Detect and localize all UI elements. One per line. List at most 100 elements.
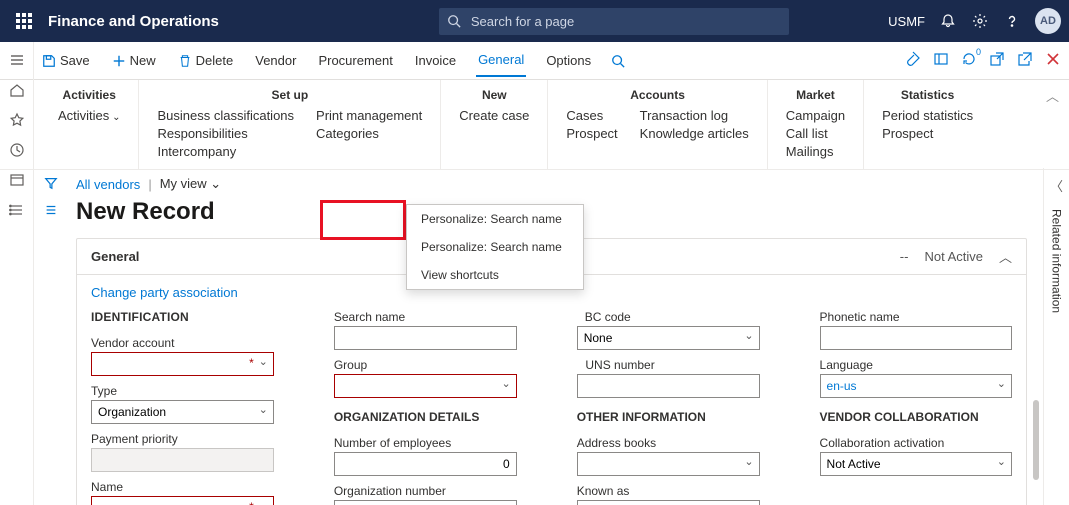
action-search-icon[interactable] xyxy=(611,54,625,68)
ribbon-link-cases[interactable]: Cases xyxy=(566,108,617,123)
open-new-icon[interactable] xyxy=(1017,51,1033,70)
help-icon[interactable] xyxy=(1003,12,1021,30)
bell-icon[interactable] xyxy=(939,12,957,30)
ctx-view-shortcuts[interactable]: View shortcuts xyxy=(407,261,583,289)
company-picker[interactable]: USMF xyxy=(888,14,925,29)
ribbon-group-activities: Activities Activities xyxy=(40,80,139,169)
input-payment-priority[interactable] xyxy=(91,448,274,472)
ctx-personalize-1[interactable]: Personalize: Search name xyxy=(407,205,583,233)
select-type[interactable] xyxy=(91,400,274,424)
ribbon-title-market: Market xyxy=(786,88,845,102)
ribbon-group-new: New Create case xyxy=(441,80,548,169)
hamburger-icon[interactable] xyxy=(9,52,25,68)
tab-vendor[interactable]: Vendor xyxy=(253,45,298,76)
delete-button[interactable]: Delete xyxy=(176,47,236,74)
global-search-input[interactable] xyxy=(439,8,789,35)
ribbon-link-business-classifications[interactable]: Business classifications xyxy=(157,108,294,123)
context-menu: Personalize: Search name Personalize: Se… xyxy=(406,204,584,290)
card-status-dash: -- xyxy=(900,249,909,264)
crumb-my-view[interactable]: My view ⌄ xyxy=(160,176,221,192)
col-abc-duns: ABC code DUNS number OTHER INFORMATION A… xyxy=(577,310,760,505)
crumb-all-vendors[interactable]: All vendors xyxy=(76,177,140,192)
tab-options[interactable]: Options xyxy=(544,45,593,76)
ribbon-link-call-list[interactable]: Call list xyxy=(786,126,845,141)
scrollbar-thumb[interactable] xyxy=(1033,400,1039,480)
ribbon-group-statistics: Statistics Period statistics Prospect xyxy=(864,80,991,169)
ribbon-link-create-case[interactable]: Create case xyxy=(459,108,529,123)
chevron-down-icon: ⌄ xyxy=(210,176,221,191)
input-vendor-account[interactable] xyxy=(91,352,274,376)
input-duns[interactable] xyxy=(577,374,760,398)
ribbon-activities-link[interactable]: Activities xyxy=(58,108,120,123)
ribbon-link-responsibilities[interactable]: Responsibilities xyxy=(157,126,294,141)
ribbon-link-print-management[interactable]: Print management xyxy=(316,108,422,123)
app-title: Finance and Operations xyxy=(48,13,219,30)
select-collab-activation[interactable] xyxy=(820,452,1012,476)
label-collab-activation: Collaboration activation xyxy=(820,436,1012,450)
card-collapse-icon[interactable]: ︿ xyxy=(999,247,1012,266)
select-address-books[interactable] xyxy=(577,452,760,476)
input-num-employees[interactable] xyxy=(334,452,517,476)
general-card: General -- Not Active ︿ Change party ass… xyxy=(76,238,1027,505)
refresh-icon[interactable]: 0 xyxy=(961,51,977,70)
right-rail-expand-icon[interactable]: 〈 xyxy=(1050,176,1063,195)
workspace-icon[interactable] xyxy=(9,172,25,188)
ribbon-link-knowledge-articles[interactable]: Knowledge articles xyxy=(640,126,749,141)
label-org-number: Organization number xyxy=(334,484,517,498)
ribbon-collapse-icon[interactable]: ︿ xyxy=(1046,86,1059,105)
right-rail-label[interactable]: Related information xyxy=(1050,209,1064,313)
ribbon-link-period-statistics[interactable]: Period statistics xyxy=(882,108,973,123)
modules-icon[interactable] xyxy=(9,202,25,218)
section-other-info: OTHER INFORMATION xyxy=(577,410,760,424)
tab-procurement[interactable]: Procurement xyxy=(316,45,394,76)
input-search-name[interactable] xyxy=(334,326,517,350)
ctx-personalize-2[interactable]: Personalize: Search name xyxy=(407,233,583,261)
ribbon-title-activities: Activities xyxy=(58,88,120,102)
breadcrumb: All vendors | My view ⌄ xyxy=(76,176,1027,192)
change-party-link[interactable]: Change party association xyxy=(91,285,238,300)
card-status: Not Active xyxy=(924,249,983,264)
ribbon-link-categories[interactable]: Categories xyxy=(316,126,422,141)
ribbon-link-intercompany[interactable]: Intercompany xyxy=(157,144,294,159)
save-icon xyxy=(42,54,56,68)
save-label: Save xyxy=(60,53,90,68)
label-type: Type xyxy=(91,384,274,398)
avatar[interactable]: AD xyxy=(1035,8,1061,34)
save-button[interactable]: Save xyxy=(40,47,92,74)
app-launcher-icon[interactable] xyxy=(8,5,40,37)
input-known-as[interactable] xyxy=(577,500,760,505)
input-name[interactable] xyxy=(91,496,274,505)
input-phonetic[interactable] xyxy=(820,326,1012,350)
tab-general[interactable]: General xyxy=(476,44,526,77)
new-button[interactable]: New xyxy=(110,47,158,74)
gear-icon[interactable] xyxy=(971,12,989,30)
ribbon-link-transaction-log[interactable]: Transaction log xyxy=(640,108,749,123)
ribbon-link-prospect[interactable]: Prospect xyxy=(566,126,617,141)
required-star-name: * xyxy=(249,500,254,505)
select-group[interactable] xyxy=(334,374,517,398)
attach-icon[interactable] xyxy=(905,51,921,70)
ribbon-title-statistics: Statistics xyxy=(882,88,973,102)
tab-invoice[interactable]: Invoice xyxy=(413,45,458,76)
select-language[interactable] xyxy=(820,374,1012,398)
ribbon-link-stat-prospect[interactable]: Prospect xyxy=(882,126,973,141)
ribbon-link-campaign[interactable]: Campaign xyxy=(786,108,845,123)
ribbon: Activities Activities Set up Business cl… xyxy=(0,80,1069,170)
filter-icon[interactable] xyxy=(44,176,58,193)
office-icon[interactable] xyxy=(933,51,949,70)
search-icon xyxy=(447,14,461,31)
label-vendor-account: Vendor account xyxy=(91,336,274,350)
ribbon-link-mailings[interactable]: Mailings xyxy=(786,144,845,159)
list-icon[interactable] xyxy=(44,203,58,220)
popout-icon[interactable] xyxy=(989,51,1005,70)
input-org-number[interactable] xyxy=(334,500,517,505)
action-bar: Save New Delete Vendor Procurement Invoi… xyxy=(0,42,1069,80)
label-search-name: Search name xyxy=(334,310,517,324)
close-icon[interactable] xyxy=(1045,51,1061,70)
label-address-books: Address books xyxy=(577,436,760,450)
right-rail: 〈 Related information xyxy=(1043,168,1069,505)
ribbon-title-new: New xyxy=(459,88,529,102)
select-abc-code[interactable] xyxy=(577,326,760,350)
card-body: Change party association IDENTIFICATION … xyxy=(77,275,1026,505)
label-payment-priority: Payment priority xyxy=(91,432,274,446)
